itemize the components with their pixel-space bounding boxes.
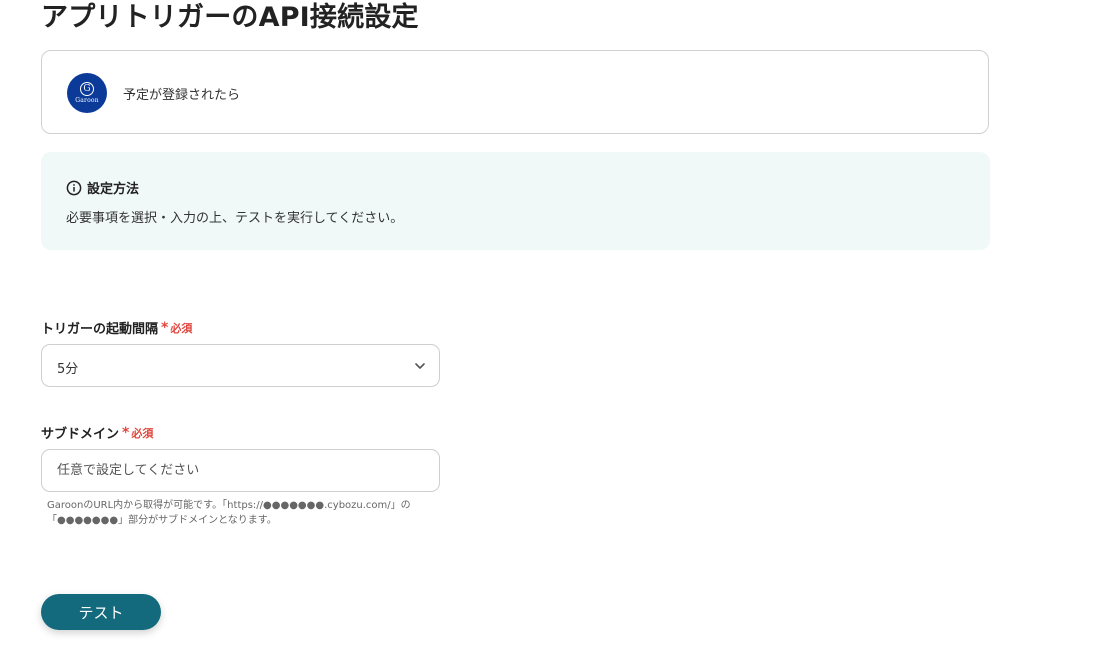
interval-label: トリガーの起動間隔 — [41, 322, 159, 337]
garoon-logo: G Garoon — [67, 73, 107, 113]
required-text: 必須 — [131, 426, 154, 440]
interval-select[interactable]: 5分 — [41, 344, 440, 387]
required-star: * — [122, 424, 130, 441]
app-trigger-card: G Garoon 予定が登録されたら — [41, 50, 989, 134]
chevron-down-icon — [415, 363, 425, 369]
subdomain-required-badge: * 必須 — [122, 425, 153, 441]
required-text: 必須 — [170, 321, 193, 335]
subdomain-help-text: GaroonのURL内から取得が可能です。「https://●●●●●●●.cy… — [47, 500, 411, 526]
garoon-logo-text: Garoon — [75, 97, 99, 104]
page-title: アプリトリガーのAPI接続設定 — [41, 2, 419, 33]
setup-info-box: 設定方法 必要事項を選択・入力の上、テストを実行してください。 — [41, 152, 990, 250]
subdomain-label: サブドメイン — [41, 427, 120, 442]
info-circle-icon — [66, 180, 82, 195]
subdomain-field-label: サブドメイン * 必須 — [41, 423, 153, 443]
subdomain-input[interactable] — [41, 449, 440, 492]
trigger-name: 予定が登録されたら — [123, 88, 241, 103]
interval-field-label: トリガーの起動間隔 * 必須 — [41, 318, 192, 338]
info-title-row: 設定方法 — [66, 178, 139, 197]
interval-select-value: 5分 — [57, 362, 79, 377]
info-text: 必要事項を選択・入力の上、テストを実行してください。 — [66, 211, 404, 226]
required-star: * — [161, 319, 169, 336]
test-button[interactable]: テスト — [41, 594, 161, 630]
interval-required-badge: * 必須 — [161, 320, 192, 336]
info-title: 設定方法 — [87, 182, 140, 197]
garoon-logo-letter: G — [80, 82, 94, 96]
